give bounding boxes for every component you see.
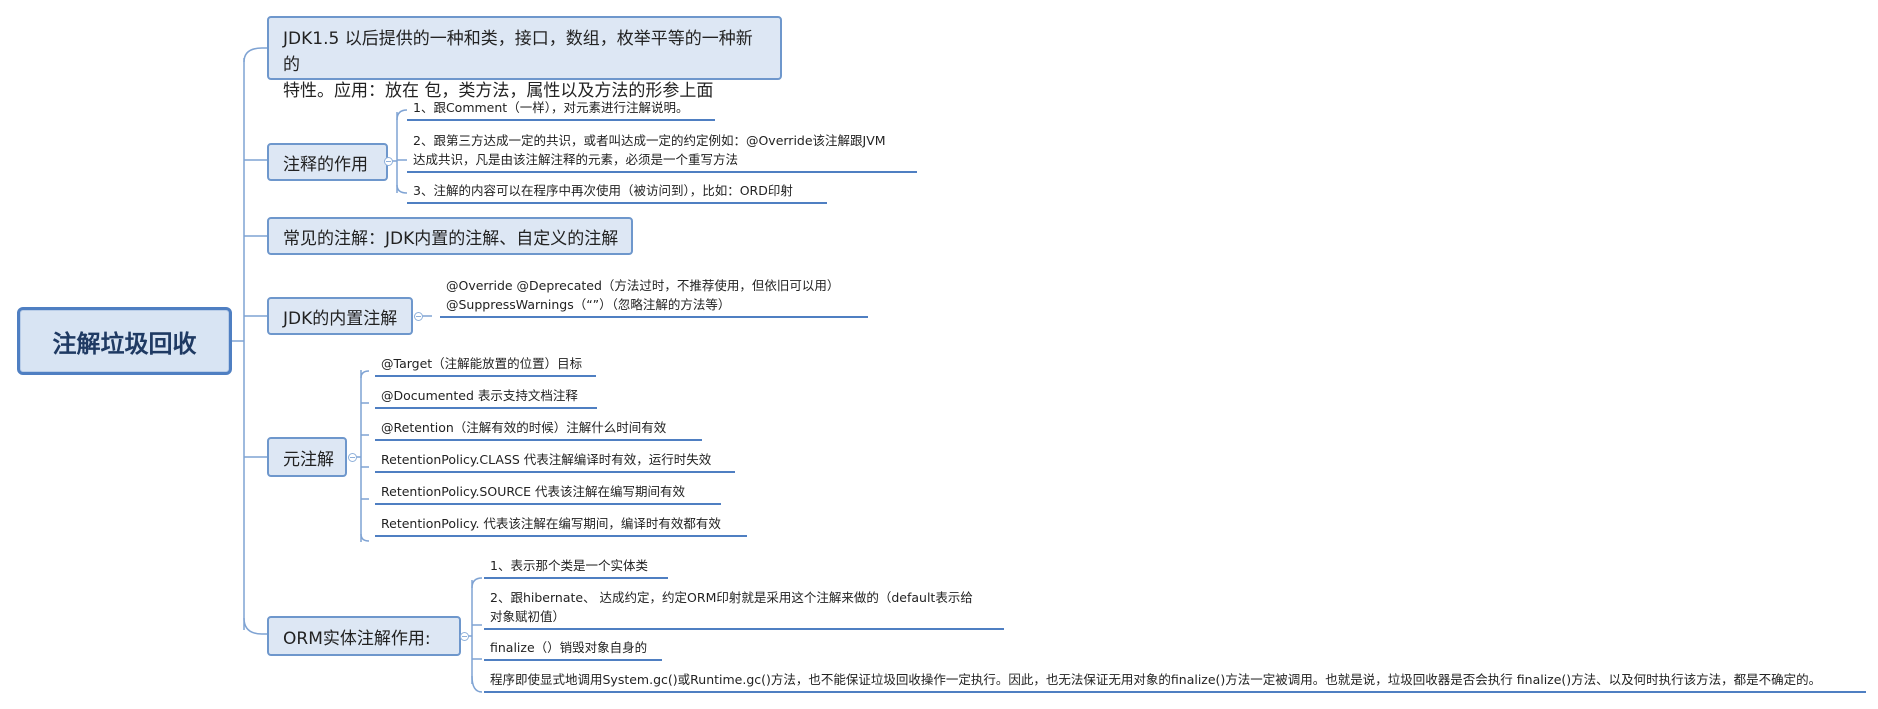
topic-builtin-annotations-label: JDK的内置注解	[283, 308, 398, 329]
topic-builtin-annotations[interactable]: JDK的内置注解	[267, 297, 413, 335]
orm-item-hibernate: 2、跟hibernate、 达成约定，约定ORM印射就是采用这个注解来做的（de…	[484, 588, 1004, 630]
meta-annotation-policy-source: RetentionPolicy.SOURCE 代表该注解在编写期间有效	[375, 482, 721, 505]
topic-definition[interactable]: JDK1.5 以后提供的一种和类，接口，数组，枚举平等的一种新的 特性。应用：放…	[267, 16, 782, 101]
purpose-item-3: 3、注解的内容可以在程序中再次使用（被访问到），比如：ORD印射	[407, 181, 827, 204]
meta-annotation-target: @Target（注解能放置的位置）目标	[375, 354, 596, 377]
collapse-icon[interactable]	[348, 453, 357, 462]
collapse-icon[interactable]	[414, 312, 423, 321]
topic-orm-annotations-label: ORM实体注解作用:	[283, 628, 431, 649]
topic-meta-annotations-label: 元注解	[283, 449, 334, 470]
collapse-icon[interactable]	[384, 157, 393, 166]
meta-annotation-retention: @Retention（注解有效的时候）注解什么时间有效	[375, 418, 702, 441]
meta-annotation-policy-class: RetentionPolicy.CLASS 代表注解编译时有效，运行时失效	[375, 450, 735, 473]
meta-annotation-documented: @Documented 表示支持文档注释	[375, 386, 597, 409]
orm-item-entity: 1、表示那个类是一个实体类	[484, 556, 668, 579]
builtin-annotation-item: @Override @Deprecated（方法过时，不推荐使用，但依旧可以用）…	[440, 276, 868, 318]
topic-common-annotations[interactable]: 常见的注解：JDK内置的注解、自定义的注解	[267, 217, 633, 255]
root-topic-label: 注解垃圾回收	[52, 329, 197, 358]
topic-common-annotations-label: 常见的注解：JDK内置的注解、自定义的注解	[283, 228, 619, 249]
purpose-item-1: 1、跟Comment（一样），对元素进行注解说明。	[407, 98, 715, 121]
topic-annotation-purpose[interactable]: 注释的作用	[267, 143, 388, 181]
orm-item-gc-note: 程序即使显式地调用System.gc()或Runtime.gc()方法，也不能保…	[484, 670, 1866, 693]
root-topic[interactable]: 注解垃圾回收	[17, 307, 232, 375]
meta-annotation-policy-runtime: RetentionPolicy. 代表该注解在编写期间，编译时有效都有效	[375, 514, 747, 537]
collapse-icon[interactable]	[460, 632, 469, 641]
topic-annotation-purpose-label: 注释的作用	[283, 154, 368, 175]
purpose-item-2: 2、跟第三方达成一定的共识，或者叫达成一定的约定例如：@Override该注解跟…	[407, 131, 917, 173]
orm-item-finalize: finalize（）销毁对象自身的	[484, 638, 662, 661]
topic-definition-line-1: JDK1.5 以后提供的一种和类，接口，数组，枚举平等的一种新的	[283, 29, 753, 75]
topic-orm-annotations[interactable]: ORM实体注解作用:	[267, 616, 461, 656]
mind-map: 注解垃圾回收 JDK1.5 以后提供的一种和类，接口，数组，枚举平等的一种新的 …	[0, 0, 1878, 709]
topic-meta-annotations[interactable]: 元注解	[267, 437, 347, 477]
